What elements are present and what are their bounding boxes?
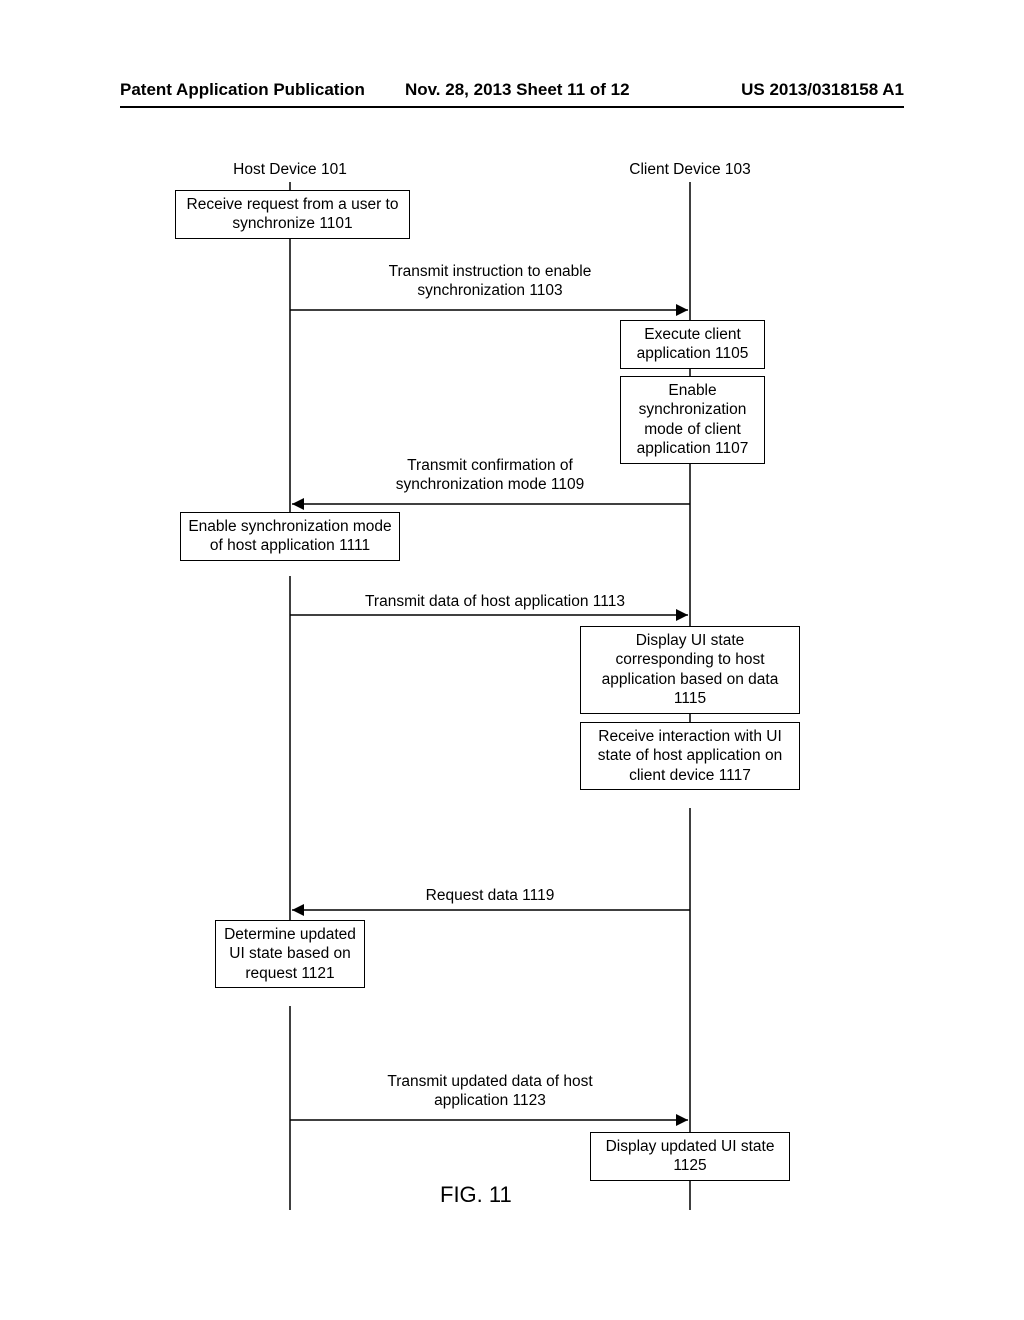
box-execute-client-app-1105: Execute client application 1105 <box>620 320 765 369</box>
box-receive-interaction-1117: Receive interaction with UI state of hos… <box>580 722 800 790</box>
msg-request-data-1119: Request data 1119 <box>380 886 600 905</box>
figure-label: FIG. 11 <box>440 1182 512 1208</box>
box-display-updated-ui-1125: Display updated UI state 1125 <box>590 1132 790 1181</box>
msg-transmit-enable-sync-1103: Transmit instruction to enable synchroni… <box>350 262 630 301</box>
header-sheet-info: Nov. 28, 2013 Sheet 11 of 12 <box>405 80 630 100</box>
header-publication: Patent Application Publication <box>120 80 365 100</box>
box-enable-host-sync-1111: Enable synchronization mode of host appl… <box>180 512 400 561</box>
msg-transmit-host-data-1113: Transmit data of host application 1113 <box>330 592 660 611</box>
page-header: Patent Application Publication Nov. 28, … <box>120 80 904 108</box>
msg-transmit-confirmation-1109: Transmit confirmation of synchronization… <box>350 456 630 495</box>
header-doc-number: US 2013/0318158 A1 <box>670 80 904 100</box>
box-display-ui-state-1115: Display UI state corresponding to host a… <box>580 626 800 714</box>
box-determine-updated-ui-1121: Determine updated UI state based on requ… <box>215 920 365 988</box>
box-enable-client-sync-1107: Enable synchronization mode of client ap… <box>620 376 765 464</box>
box-receive-request-1101: Receive request from a user to synchroni… <box>175 190 410 239</box>
msg-transmit-updated-data-1123: Transmit updated data of host applicatio… <box>340 1072 640 1111</box>
